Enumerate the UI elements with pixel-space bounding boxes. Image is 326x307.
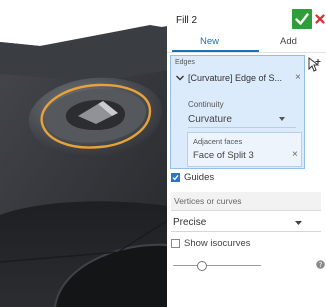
cancel-button[interactable] (315, 11, 325, 27)
fill-feature-panel: Fill 2 New Add Edges [Curvature] Edge of… (167, 5, 326, 307)
guides-toggle[interactable]: Guides (171, 171, 321, 185)
adjacent-face-item: Face of Split 3 (193, 150, 254, 161)
panel-header: Fill 2 (167, 5, 326, 33)
continuity-label: Continuity (188, 100, 224, 109)
adjacent-faces-box[interactable]: Adjacent faces Face of Split 3 × (187, 132, 302, 167)
show-isocurves-toggle[interactable]: Show isocurves (171, 237, 321, 251)
mode-value: Precise (173, 217, 207, 228)
isocurves-checkbox[interactable] (171, 239, 180, 248)
selection-cursor-icon (308, 57, 321, 72)
remove-face-icon[interactable]: × (292, 149, 298, 160)
caret-down-icon[interactable] (295, 221, 302, 225)
model-top-face (0, 25, 168, 82)
isocurves-slider[interactable] (173, 260, 261, 272)
slider-thumb[interactable] (197, 261, 207, 271)
tab-new[interactable]: New (200, 36, 219, 47)
continuity-select[interactable]: Curvature (188, 114, 232, 125)
slider-track (173, 265, 261, 266)
edges-label: Edges (175, 59, 195, 66)
continuity-underline (188, 127, 296, 128)
tab-add[interactable]: Add (280, 36, 297, 47)
caret-down-icon[interactable] (279, 117, 285, 121)
isocurves-label: Show isocurves (184, 238, 251, 249)
feature-title: Fill 2 (176, 15, 198, 26)
active-tab-indicator (172, 50, 259, 52)
adjacent-faces-label: Adjacent faces (193, 137, 243, 146)
edge-list-item[interactable]: [Curvature] Edge of S... × (171, 71, 304, 87)
guides-checkbox[interactable] (171, 173, 180, 182)
vertices-curves-field[interactable]: Vertices or curves (171, 192, 321, 211)
guides-label: Guides (184, 172, 215, 183)
check-icon (295, 13, 309, 25)
accept-button[interactable] (292, 9, 312, 29)
help-icon[interactable]: ? (316, 260, 325, 269)
chevron-down-icon[interactable] (175, 73, 185, 83)
edge-item-label: [Curvature] Edge of S... (188, 73, 283, 83)
remove-edge-icon[interactable]: × (295, 72, 301, 83)
mode-dropdown[interactable]: Precise (171, 215, 321, 232)
svg-text:?: ? (319, 261, 323, 269)
tab-bar: New Add (167, 32, 326, 53)
vertices-curves-placeholder: Vertices or curves (174, 196, 242, 206)
close-icon (315, 14, 325, 24)
edges-selection-box[interactable]: Edges [Curvature] Edge of S... × Continu… (170, 55, 305, 169)
